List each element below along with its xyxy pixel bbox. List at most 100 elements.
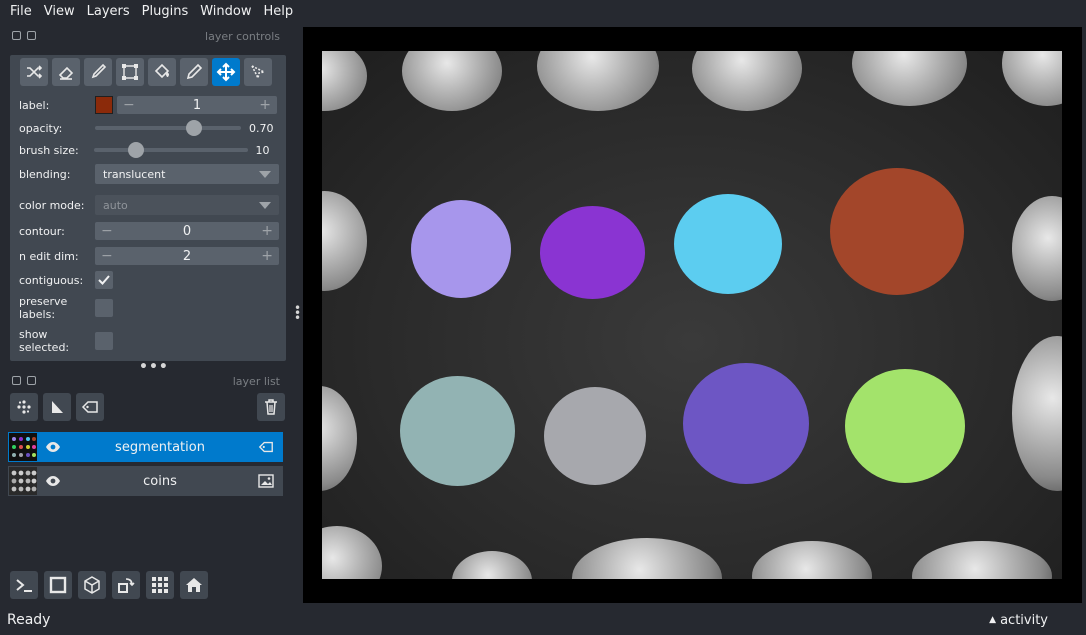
- n-edit-dim-label: n edit dim:: [19, 249, 79, 263]
- layer-item-segmentation[interactable]: segmentation: [8, 432, 283, 462]
- minus-icon[interactable]: −: [101, 248, 113, 264]
- preserve-labels-row: preserve labels:: [19, 295, 281, 321]
- brush-size-value: 10: [255, 143, 270, 157]
- coin: [752, 541, 872, 579]
- menu-help[interactable]: Help: [258, 0, 300, 24]
- coin: [1002, 51, 1062, 106]
- color-mode-dropdown[interactable]: auto: [95, 195, 279, 215]
- minus-icon[interactable]: −: [101, 223, 113, 239]
- delete-layer-button[interactable]: [257, 393, 285, 421]
- label-tag-icon: [81, 401, 98, 413]
- blending-dropdown[interactable]: translucent: [95, 164, 279, 184]
- chevron-down-icon: [259, 170, 271, 178]
- close-dock-icon[interactable]: [12, 376, 21, 385]
- activity-button[interactable]: ▲ activity: [989, 613, 1048, 628]
- activity-label: activity: [1000, 612, 1048, 628]
- erase-button[interactable]: [52, 58, 80, 86]
- transpose-button[interactable]: [112, 571, 140, 599]
- show-selected-label: show selected:: [19, 328, 70, 354]
- transform-icon: [250, 64, 267, 81]
- status-bar: Ready ▲ activity: [0, 605, 1086, 635]
- blending-label: blending:: [19, 167, 71, 181]
- viewer-canvas[interactable]: [303, 27, 1082, 603]
- new-points-layer-button[interactable]: [10, 393, 38, 421]
- paint-brush-icon: [91, 63, 107, 79]
- menu-window[interactable]: Window: [194, 0, 257, 24]
- layer-list-titlebar: layer list: [0, 373, 280, 389]
- n-edit-dim-row: n edit dim: − 2 +: [19, 247, 281, 265]
- pan-zoom-button[interactable]: [212, 58, 240, 86]
- new-shapes-layer-button[interactable]: [43, 393, 71, 421]
- transform-button[interactable]: [244, 58, 272, 86]
- coin: [322, 386, 357, 491]
- preserve-labels-checkbox[interactable]: [95, 299, 113, 317]
- coin: [1012, 196, 1062, 301]
- contiguous-label: contiguous:: [19, 273, 84, 287]
- menu-layers[interactable]: Layers: [81, 0, 136, 24]
- float-dock-icon[interactable]: [27, 31, 36, 40]
- layer-name[interactable]: segmentation: [63, 440, 257, 455]
- opacity-slider[interactable]: [95, 119, 241, 137]
- contiguous-checkbox[interactable]: [95, 271, 113, 289]
- show-selected-checkbox[interactable]: [95, 332, 113, 350]
- minus-icon[interactable]: −: [123, 97, 135, 113]
- coin: [322, 51, 367, 111]
- label-label: label:: [19, 98, 50, 112]
- roll-dims-button[interactable]: [78, 571, 106, 599]
- label-color-swatch: [95, 96, 113, 114]
- layer-item-coins[interactable]: coins: [8, 466, 283, 496]
- console-icon: [16, 579, 32, 592]
- coin: [537, 51, 659, 111]
- fill-button[interactable]: [148, 58, 176, 86]
- layer-list-title: layer list: [232, 374, 280, 388]
- n-edit-dim-spinbox[interactable]: − 2 +: [95, 247, 279, 265]
- coins-image[interactable]: [322, 51, 1062, 579]
- status-text: Ready: [7, 612, 51, 628]
- menu-view[interactable]: View: [38, 0, 81, 24]
- paint-button[interactable]: [84, 58, 112, 86]
- home-button[interactable]: [180, 571, 208, 599]
- label-spinbox[interactable]: − 1 +: [117, 96, 277, 114]
- plus-icon[interactable]: +: [261, 223, 273, 239]
- labeled-coin: [845, 369, 965, 483]
- grid-view-button[interactable]: [146, 571, 174, 599]
- color-mode-row: color mode: auto: [19, 195, 281, 215]
- preserve-labels-label: preserve labels:: [19, 295, 68, 321]
- brush-size-slider[interactable]: [93, 141, 248, 159]
- new-labels-layer-button[interactable]: [76, 393, 104, 421]
- polygon-button[interactable]: [116, 58, 144, 86]
- fill-bucket-icon: [154, 63, 170, 79]
- brush-size-slider-handle[interactable]: [128, 142, 145, 158]
- coin: [572, 538, 722, 579]
- contour-spinbox[interactable]: − 0 +: [95, 222, 279, 240]
- float-dock-icon[interactable]: [27, 376, 36, 385]
- menu-file[interactable]: File: [4, 0, 38, 24]
- contiguous-row: contiguous:: [19, 271, 281, 289]
- pick-button[interactable]: [180, 58, 208, 86]
- visibility-toggle-eye-icon[interactable]: [43, 440, 63, 454]
- menubar: File View Layers Plugins Window Help: [0, 0, 1086, 24]
- shuffle-colors-button[interactable]: [20, 58, 48, 86]
- layer-name[interactable]: coins: [63, 474, 257, 489]
- layer-thumbnail: [9, 433, 37, 461]
- close-dock-icon[interactable]: [12, 31, 21, 40]
- layer-controls-titlebar: layer controls: [0, 28, 280, 44]
- menu-plugins[interactable]: Plugins: [136, 0, 195, 24]
- opacity-label: opacity:: [19, 121, 63, 135]
- ndisplay-button[interactable]: [44, 571, 72, 599]
- panel-splitter-handle[interactable]: • • •: [294, 302, 301, 324]
- console-button[interactable]: [10, 571, 38, 599]
- labeled-coin: [544, 387, 646, 485]
- opacity-value: 0.70: [249, 121, 274, 135]
- labeled-coin: [674, 194, 782, 294]
- opacity-slider-handle[interactable]: [186, 120, 202, 136]
- plus-icon[interactable]: +: [261, 248, 273, 264]
- layer-thumbnail: [9, 467, 37, 495]
- blending-value: translucent: [103, 167, 166, 181]
- visibility-toggle-eye-icon[interactable]: [43, 474, 63, 488]
- coin: [322, 526, 382, 579]
- plus-icon[interactable]: +: [259, 97, 271, 113]
- coin: [692, 51, 802, 111]
- layer-controls-title: layer controls: [205, 29, 280, 43]
- shuffle-icon: [27, 65, 43, 79]
